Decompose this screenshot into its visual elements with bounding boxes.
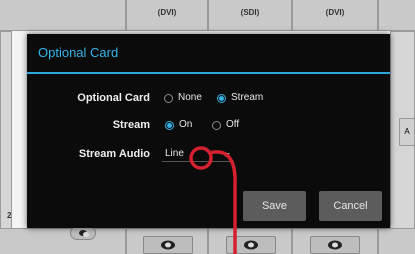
title-divider [27,72,390,74]
optional-card-stream-text[interactable]: Stream [231,92,263,103]
eye-icon [79,230,89,237]
grid-cell[interactable] [378,0,415,31]
app-screen: (DVI) (SDI) (DVI) A 2 Optional Card Opti… [0,0,415,254]
column-label: (DVI) [157,8,177,17]
column-label: (DVI) [325,8,345,17]
grid-cell[interactable]: (DVI) [292,0,378,31]
stream-off-text[interactable]: Off [226,119,239,130]
eye-icon [328,240,342,250]
eye-icon [161,240,175,250]
row-number: 2 [7,211,12,220]
column-label: (SDI) [240,8,260,17]
stream-off-radio[interactable] [212,121,221,130]
save-button[interactable]: Save [243,191,306,221]
dialog-title: Optional Card [38,45,119,60]
stream-on-radio[interactable] [165,121,174,130]
grid-cell[interactable] [378,228,415,254]
optional-card-none-text[interactable]: None [178,92,202,103]
stream-audio-value: Line [165,148,184,159]
eye-button[interactable] [226,236,276,254]
stream-audio-label: Stream Audio [78,148,150,160]
eye-button[interactable] [70,226,96,240]
right-tab[interactable]: A [399,118,415,146]
grid-cell[interactable]: (SDI) [208,0,292,31]
optional-card-stream-radio[interactable] [217,94,226,103]
grid-cell[interactable] [0,228,126,254]
eye-button[interactable] [310,236,360,254]
stream-label: Stream [112,119,150,131]
chevron-down-icon [222,153,230,157]
stream-audio-select[interactable]: Line [162,147,234,162]
optional-card-label: Optional Card [77,92,150,104]
eye-button[interactable] [143,236,193,254]
optional-card-none-radio[interactable] [164,94,173,103]
grid-cell[interactable] [0,0,126,31]
optional-card-dialog: Optional Card Optional Card None Stream … [27,34,390,228]
grid-cell [0,31,12,231]
cancel-button[interactable]: Cancel [319,191,382,221]
grid-cell[interactable]: (DVI) [126,0,208,31]
stream-on-text[interactable]: On [179,119,192,130]
eye-icon [244,240,258,250]
